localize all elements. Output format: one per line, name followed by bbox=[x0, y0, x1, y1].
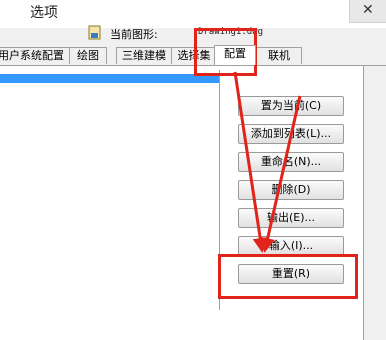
tab-profiles[interactable]: 配置 bbox=[214, 45, 256, 65]
annotation-arrows bbox=[233, 71, 302, 253]
arrow-from-buttons bbox=[260, 95, 302, 253]
arrow-from-tab bbox=[233, 71, 268, 253]
